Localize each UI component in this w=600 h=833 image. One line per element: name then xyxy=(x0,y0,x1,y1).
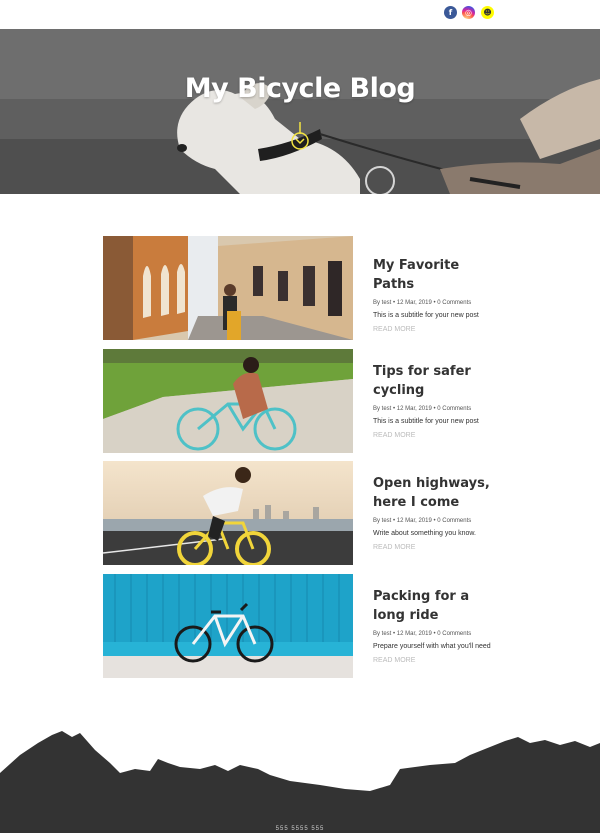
post-title[interactable]: Tips for safer cycling xyxy=(373,362,503,400)
footer-mountains xyxy=(0,731,600,833)
post-subtitle: This is a subtitle for your new post xyxy=(373,312,479,319)
post-subtitle: Prepare yourself with what you'll need xyxy=(373,643,491,650)
post-body: Packing for a long ride By test • 12 Mar… xyxy=(373,587,503,664)
post-subtitle: Write about something you know. xyxy=(373,530,476,537)
post-title[interactable]: Open highways, here I come xyxy=(373,474,503,512)
hero-background-image xyxy=(0,29,600,194)
post-title[interactable]: Packing for a long ride xyxy=(373,587,503,625)
post-thumbnail-city-street[interactable] xyxy=(103,236,353,340)
post-meta: By test • 12 Mar, 2019 • 0 Comments xyxy=(373,518,472,524)
post-item: Packing for a long ride By test • 12 Mar… xyxy=(103,574,503,678)
post-thumbnail-blue-wall-bike[interactable] xyxy=(103,574,353,678)
post-item: Tips for safer cycling By test • 12 Mar,… xyxy=(103,349,503,453)
post-meta: By test • 12 Mar, 2019 • 0 Comments xyxy=(373,406,472,412)
post-meta: By test • 12 Mar, 2019 • 0 Comments xyxy=(373,631,472,637)
post-thumbnail-bicycle-park[interactable] xyxy=(103,349,353,453)
footer-phone: 555 5555 555 xyxy=(275,826,325,832)
scroll-down-icon[interactable] xyxy=(289,122,311,152)
page-title: My Bicycle Blog xyxy=(184,73,416,104)
read-more-link[interactable]: READ MORE xyxy=(373,326,503,333)
post-item: My Favorite Paths By test • 12 Mar, 2019… xyxy=(103,236,503,340)
snapchat-icon[interactable]: ☻ xyxy=(481,6,494,19)
post-meta: By test • 12 Mar, 2019 • 0 Comments xyxy=(373,300,472,306)
post-body: Open highways, here I come By test • 12 … xyxy=(373,474,503,551)
post-body: Tips for safer cycling By test • 12 Mar,… xyxy=(373,362,503,439)
post-body: My Favorite Paths By test • 12 Mar, 2019… xyxy=(373,256,503,333)
read-more-link[interactable]: READ MORE xyxy=(373,544,503,551)
hero-banner: My Bicycle Blog xyxy=(0,29,600,194)
read-more-link[interactable]: READ MORE xyxy=(373,432,503,439)
facebook-icon[interactable]: f xyxy=(444,6,457,19)
post-item: Open highways, here I come By test • 12 … xyxy=(103,461,503,565)
read-more-link[interactable]: READ MORE xyxy=(373,657,503,664)
post-thumbnail-highway-rider[interactable] xyxy=(103,461,353,565)
post-subtitle: This is a subtitle for your new post xyxy=(373,418,479,425)
instagram-icon[interactable]: ◎ xyxy=(462,6,475,19)
top-bar: f ◎ ☻ xyxy=(0,0,600,29)
post-title[interactable]: My Favorite Paths xyxy=(373,256,503,294)
